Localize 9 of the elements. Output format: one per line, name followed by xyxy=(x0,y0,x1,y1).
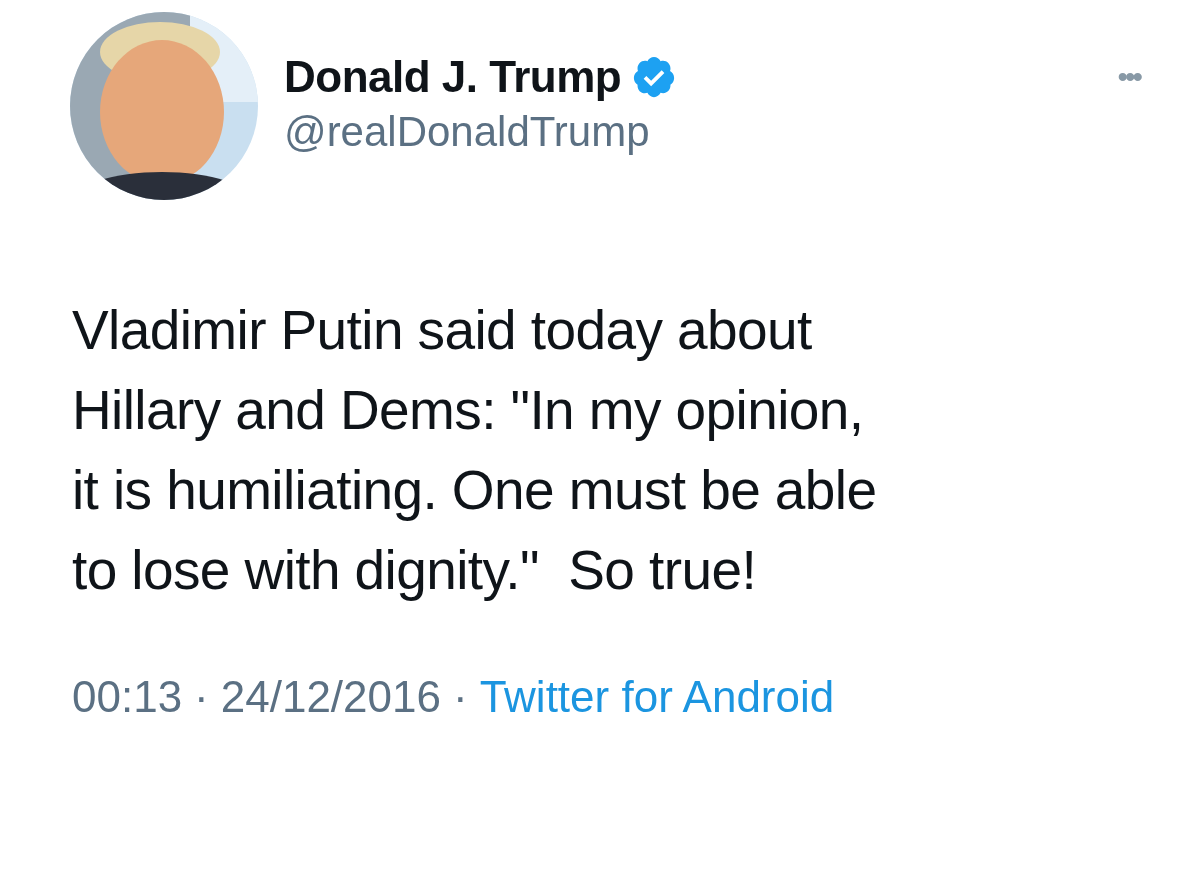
source-link[interactable]: Twitter for Android xyxy=(479,672,835,722)
tweet-time: 00:13 xyxy=(72,672,183,722)
tweet-text: Vladimir Putin said today about Hillary and Dems: "In my opinion, it is humiliating. One must be able to lose with dignity." So true! xyxy=(72,298,877,603)
separator: · xyxy=(194,672,209,722)
author-name[interactable]: Donald J. Trump xyxy=(284,52,622,102)
tweet-date: 24/12/2016 xyxy=(220,672,441,722)
separator: · xyxy=(453,672,468,722)
author-handle[interactable]: @realDonaldTrump xyxy=(284,108,650,156)
more-button[interactable]: ••• xyxy=(1117,60,1140,94)
